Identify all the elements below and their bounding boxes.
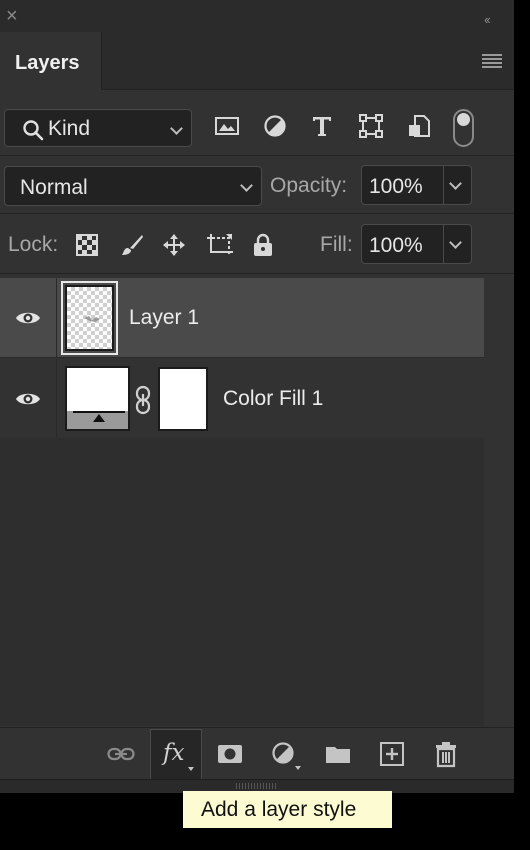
filter-toggle[interactable]	[453, 109, 474, 147]
new-adjustment-layer-icon[interactable]	[270, 740, 298, 768]
blend-mode-select[interactable]: Normal	[4, 166, 262, 206]
tab-layers-label: Layers	[15, 52, 80, 74]
panel-tab-bar: Layers	[0, 32, 514, 90]
type-filter-icon[interactable]	[309, 113, 335, 139]
fill-label: Fill:	[320, 233, 353, 256]
opacity-dropdown-icon[interactable]	[449, 177, 462, 190]
link-layers-icon[interactable]	[107, 740, 135, 768]
layer-mask-thumbnail[interactable]	[158, 367, 208, 431]
resize-grip[interactable]	[236, 783, 276, 789]
layers-bottom-toolbar: fx	[0, 727, 514, 779]
new-group-folder-icon[interactable]	[324, 740, 352, 768]
blend-row: Normal Opacity: 100%	[0, 160, 514, 214]
fill-value: 100%	[369, 234, 423, 257]
chevron-down-icon	[170, 122, 183, 135]
chevron-down-icon	[240, 179, 253, 192]
layer-name[interactable]: Color Fill 1	[223, 387, 323, 411]
layer-row[interactable]: Layer 1	[0, 278, 484, 358]
layer-list-scrollbar[interactable]	[484, 278, 514, 726]
layer-content-mark-icon	[84, 316, 100, 322]
panel-menu-icon[interactable]	[482, 54, 502, 68]
visibility-eye-icon[interactable]	[15, 309, 41, 327]
opacity-value: 100%	[369, 175, 423, 198]
delete-layer-trash-icon[interactable]	[432, 740, 460, 768]
blend-mode-value: Normal	[20, 176, 88, 199]
fill-layer-thumbnail[interactable]	[65, 366, 130, 431]
tooltip: Add a layer style	[183, 791, 392, 828]
smart-object-filter-icon[interactable]	[406, 113, 432, 139]
shape-filter-icon[interactable]	[358, 113, 384, 139]
mask-link-icon[interactable]	[134, 385, 152, 415]
filter-kind-select[interactable]: Kind	[4, 109, 192, 147]
opacity-field[interactable]: 100%	[361, 165, 472, 205]
lock-artboard-icon[interactable]	[206, 233, 234, 257]
add-layer-mask-icon[interactable]	[216, 740, 244, 768]
new-layer-icon[interactable]	[378, 740, 406, 768]
lock-image-pixels-icon[interactable]	[120, 233, 144, 257]
close-icon[interactable]: ×	[6, 6, 22, 26]
lock-label: Lock:	[8, 233, 59, 256]
panel-title-strip: × ‹‹	[0, 0, 514, 32]
layer-thumbnail	[65, 285, 114, 351]
visibility-eye-icon[interactable]	[15, 390, 41, 408]
fill-field[interactable]: 100%	[361, 224, 472, 264]
collapse-panel-icon[interactable]: ‹‹	[484, 12, 491, 27]
adjustment-filter-icon[interactable]	[262, 113, 288, 139]
tab-layers[interactable]: Layers	[0, 32, 102, 90]
layer-thumbnail-frame[interactable]	[61, 281, 118, 355]
tooltip-text: Add a layer style	[201, 798, 357, 821]
image-filter-icon[interactable]	[214, 113, 240, 139]
filter-kind-label: Kind	[48, 117, 91, 140]
fill-dropdown-icon[interactable]	[449, 236, 462, 249]
layer-row[interactable]: Color Fill 1	[0, 359, 484, 439]
layers-panel: × ‹‹ Layers Kind Normal Opacity: 100% Lo…	[0, 0, 514, 793]
lock-row: Lock: Fill: 100%	[0, 216, 514, 274]
lock-all-icon[interactable]	[251, 233, 275, 257]
filter-row: Kind	[0, 100, 514, 156]
search-icon	[23, 120, 44, 141]
add-layer-style-button[interactable]: fx	[150, 729, 202, 779]
layer-name[interactable]: Layer 1	[129, 306, 199, 330]
layer-list-empty-area	[0, 438, 484, 726]
fx-icon: fx	[163, 740, 185, 766]
opacity-label: Opacity:	[270, 174, 348, 197]
lock-position-icon[interactable]	[162, 233, 186, 257]
lock-transparent-pixels-icon[interactable]	[75, 233, 99, 257]
